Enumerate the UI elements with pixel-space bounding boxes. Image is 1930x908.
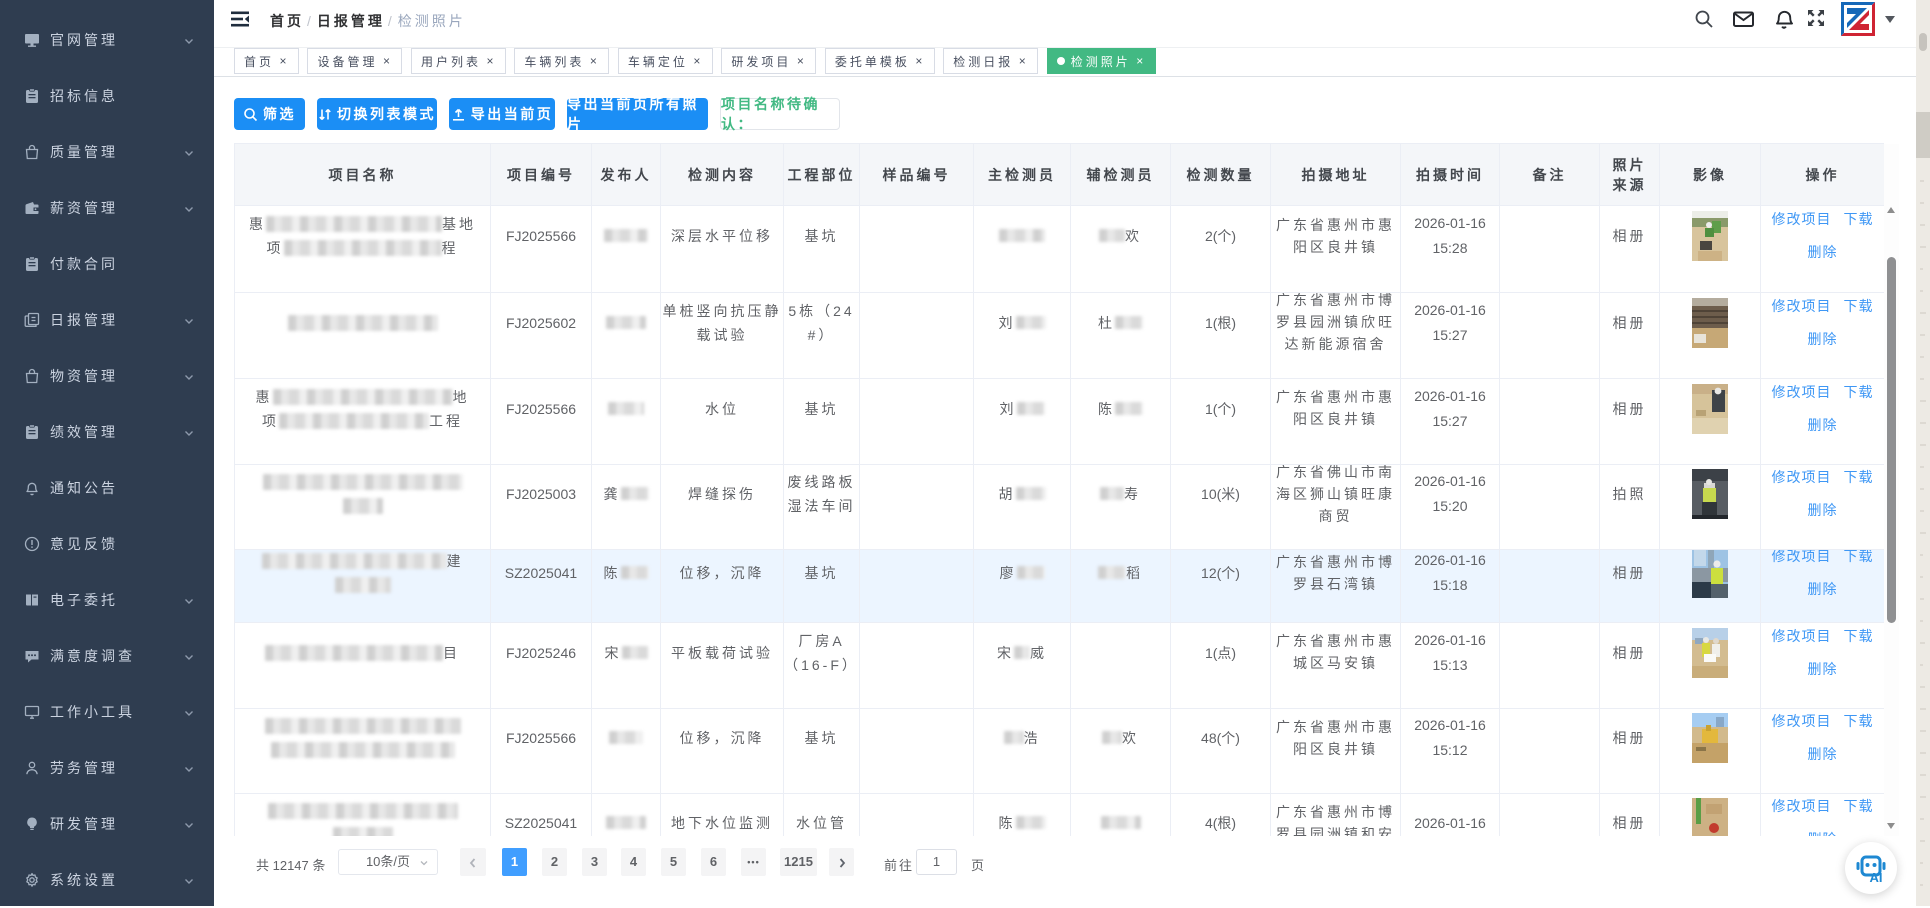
svg-text:AI: AI: [1870, 870, 1883, 885]
